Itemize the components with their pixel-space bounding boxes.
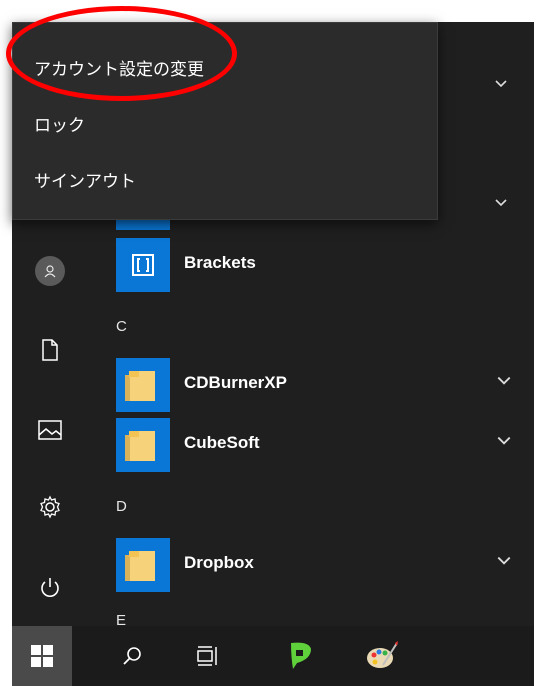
- app-green-pin[interactable]: [270, 626, 330, 686]
- app-label: CDBurnerXP: [184, 373, 287, 392]
- app-paint[interactable]: [352, 626, 412, 686]
- task-view-button[interactable]: [178, 626, 238, 686]
- app-label: CubeSoft: [184, 433, 260, 452]
- section-letter[interactable]: E: [116, 612, 126, 626]
- documents-button[interactable]: [34, 334, 66, 366]
- palette-icon: [367, 641, 398, 668]
- app-label: Brackets: [184, 253, 256, 272]
- chevron-down-icon[interactable]: [496, 373, 512, 389]
- document-icon: [42, 339, 58, 361]
- folder-icon: [116, 358, 170, 412]
- lock-item[interactable]: ロック: [12, 95, 438, 151]
- chevron-down-icon[interactable]: [496, 553, 512, 569]
- sign-out-item[interactable]: サインアウト: [12, 151, 438, 207]
- app-item-dropbox[interactable]: Dropbox: [116, 538, 534, 594]
- flyout-item-label: サインアウト: [34, 171, 136, 192]
- person-icon: [35, 256, 65, 286]
- folder-icon: [116, 418, 170, 472]
- power-button[interactable]: [34, 572, 66, 604]
- picture-icon: [38, 420, 62, 440]
- brackets-icon: [116, 238, 170, 292]
- user-avatar-button[interactable]: [34, 255, 66, 287]
- folder-icon: [116, 538, 170, 592]
- green-pin-icon: [291, 642, 311, 669]
- app-label: Dropbox: [184, 553, 254, 572]
- settings-button[interactable]: [34, 491, 66, 523]
- chevron-down-icon[interactable]: [494, 79, 508, 89]
- section-letter[interactable]: C: [116, 318, 127, 335]
- flyout-item-label: ロック: [34, 115, 85, 136]
- section-letter[interactable]: D: [116, 498, 127, 515]
- chevron-down-icon[interactable]: [494, 198, 508, 208]
- app-item-brackets[interactable]: Brackets: [116, 238, 534, 294]
- power-icon: [41, 578, 59, 597]
- app-item-cdburnerxp[interactable]: CDBurnerXP: [116, 358, 534, 414]
- task-view-icon: [197, 646, 217, 666]
- pictures-button[interactable]: [34, 414, 66, 446]
- start-button[interactable]: [12, 626, 72, 686]
- app-item-cubesoft[interactable]: CubeSoft: [116, 418, 534, 474]
- search-button[interactable]: [102, 626, 162, 686]
- search-icon: [123, 647, 141, 665]
- windows-logo-icon: [31, 645, 53, 667]
- highlight-annotation: [6, 6, 237, 101]
- taskbar: [12, 626, 534, 686]
- gear-icon: [40, 495, 60, 519]
- chevron-down-icon[interactable]: [496, 433, 512, 449]
